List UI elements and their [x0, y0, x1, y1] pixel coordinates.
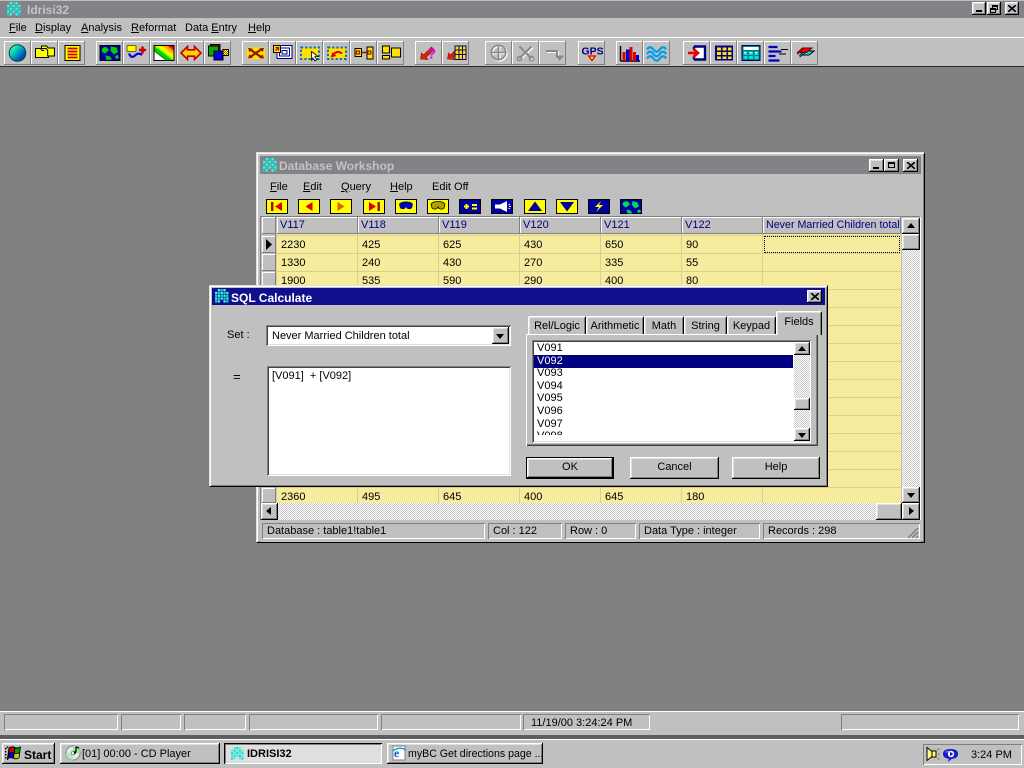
svg-text:?: ? [427, 45, 436, 62]
